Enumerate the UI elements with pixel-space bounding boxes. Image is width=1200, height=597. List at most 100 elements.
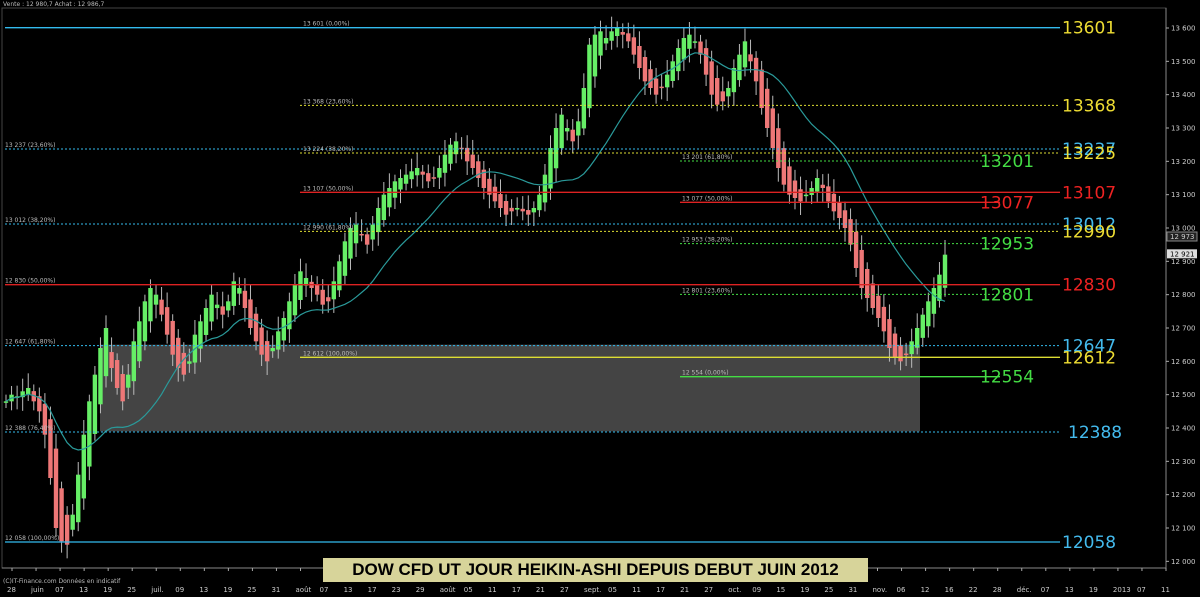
level-small-label-12647: 12 647 (61,80%) — [5, 339, 55, 346]
y-tick-label: 12 000 — [1171, 558, 1196, 566]
y-tick-label: 13 000 — [1171, 225, 1196, 233]
candle-up — [403, 174, 409, 184]
candle-down — [520, 208, 525, 212]
header-quote: Vente : 12 980,7 Achat : 12 986,7 — [3, 1, 105, 8]
candle-up — [542, 174, 548, 203]
candle-up — [409, 171, 414, 180]
candle-up — [676, 48, 681, 72]
candle-up — [587, 44, 592, 109]
candle-down — [526, 210, 531, 215]
level-small-label-12830: 12 830 (50,00%) — [5, 278, 55, 285]
candle-up — [348, 228, 353, 259]
x-tick-label: 07 — [1137, 586, 1146, 594]
x-tick-label: 19 — [103, 586, 112, 594]
x-tick-label: 13 — [199, 586, 208, 594]
candle-down — [503, 201, 509, 215]
candle-up — [564, 128, 570, 132]
candle-up — [592, 34, 598, 77]
level-label-12554: 12554 — [980, 368, 1034, 388]
x-tick-label: août — [440, 586, 456, 594]
candle-up — [803, 194, 809, 197]
y-tick-label: 12 500 — [1171, 391, 1196, 399]
candle-up — [26, 388, 31, 395]
candle-up — [742, 41, 748, 68]
candle-down — [498, 194, 503, 208]
candle-down — [859, 249, 864, 288]
candle-up — [737, 54, 742, 81]
x-tick-label: 13 — [79, 586, 88, 594]
y-tick-label: 13 300 — [1171, 125, 1196, 133]
x-tick-label: 22 — [969, 586, 978, 594]
candle-down — [787, 166, 792, 195]
y-tick-label: 12 300 — [1171, 458, 1196, 466]
candle-up — [381, 194, 387, 221]
level-label-13368: 13368 — [1062, 96, 1116, 116]
level-small-label-13601: 13 601 (0,00%) — [303, 21, 350, 28]
x-tick-label: 19 — [223, 586, 232, 594]
level-small-label-13237: 13 237 (23,60%) — [5, 142, 55, 149]
x-tick-label: 28 — [993, 586, 1002, 594]
candle-down — [648, 69, 653, 88]
candle-down — [709, 61, 714, 95]
x-tick-label: 13 — [344, 586, 353, 594]
last-price-label: 12 921 — [1170, 250, 1195, 258]
x-tick-label: 13 — [1065, 586, 1074, 594]
level-label-12388: 12388 — [1068, 423, 1122, 443]
level-label-12801: 12801 — [980, 285, 1034, 305]
candle-up — [609, 31, 614, 41]
candle-down — [326, 297, 331, 302]
y-tick-label: 13 400 — [1171, 91, 1196, 99]
x-tick-label: 21 — [680, 586, 689, 594]
x-tick-label: 31 — [271, 586, 280, 594]
x-tick-label: 15 — [776, 586, 785, 594]
chart-area: 13 601 (0,00%) 13601 13 368 (23,60%) 13368 1… — [0, 0, 1200, 597]
candle-up — [926, 301, 931, 327]
x-tick-label: 11 — [632, 586, 641, 594]
x-tick-label: 25 — [247, 586, 256, 594]
level-small-label-12058: 12 058 (100,00%) — [5, 535, 59, 542]
candle-up — [370, 224, 375, 240]
candle-up — [448, 144, 453, 164]
candle-up — [603, 38, 609, 44]
candle-down — [870, 283, 875, 308]
x-tick-label: 12 — [921, 586, 930, 594]
candle-down — [887, 319, 892, 348]
x-tick-label: 19 — [800, 586, 809, 594]
candle-up — [692, 41, 698, 43]
candle-up — [576, 121, 581, 136]
candle-up — [137, 321, 142, 362]
candle-up — [931, 288, 937, 314]
level-small-label-13225: 13 224 (38,20%) — [303, 146, 353, 153]
x-tick-label: août — [296, 586, 312, 594]
candle-up — [531, 208, 537, 213]
candle-down — [898, 345, 903, 362]
candle-up — [537, 194, 542, 211]
candle-down — [876, 295, 881, 318]
candle-up — [126, 374, 131, 388]
y-tick-label: 13 100 — [1171, 191, 1196, 199]
chart-svg: 13 601 (0,00%) 13601 13 368 (23,60%) 13368 1… — [1, 7, 1198, 594]
candle-up — [553, 128, 559, 169]
level-label-12830: 12830 — [1062, 276, 1116, 296]
candle-up — [548, 148, 553, 189]
candle-up — [909, 341, 914, 355]
candle-up — [87, 401, 92, 467]
candle-down — [242, 290, 248, 308]
level-small-label-13201: 13 201 (61,80%) — [682, 154, 732, 161]
x-tick-label: 17 — [368, 586, 377, 594]
level-small-label-13368: 13 368 (23,60%) — [303, 98, 353, 105]
candle-up — [226, 301, 231, 311]
x-tick-label: juin — [30, 586, 44, 594]
level-label-13601: 13601 — [1062, 19, 1116, 39]
x-tick-label: nov. — [873, 586, 888, 594]
level-small-label-13077: 13 077 (50,00%) — [682, 195, 732, 202]
candle-up — [942, 254, 948, 288]
candle-down — [59, 488, 64, 542]
candle-down — [359, 233, 364, 236]
level-small-label-12612: 12 612 (100,00%) — [303, 350, 357, 357]
candle-down — [259, 327, 264, 355]
level-label-12990: 12990 — [1062, 222, 1116, 242]
x-tick-label: oct. — [728, 586, 741, 594]
candle-down — [164, 307, 170, 335]
candle-down — [748, 54, 753, 62]
